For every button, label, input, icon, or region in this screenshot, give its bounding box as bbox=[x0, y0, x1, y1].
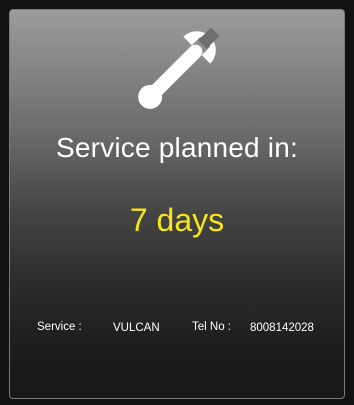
service-label: Service : bbox=[37, 321, 82, 333]
tel-value[interactable]: 8008142028 bbox=[250, 322, 314, 334]
service-info-row: Service : VULCAN Tel No : 8008142028 bbox=[10, 321, 344, 337]
service-headline: Service planned in: bbox=[56, 132, 298, 163]
widget-frame: Service planned in: 7 days Service : VUL… bbox=[0, 0, 354, 405]
service-value: VULCAN bbox=[113, 322, 160, 334]
service-countdown: 7 days bbox=[129, 202, 225, 238]
wrench-icon bbox=[10, 20, 344, 120]
tel-label: Tel No : bbox=[192, 321, 231, 333]
service-panel: Service planned in: 7 days Service : VUL… bbox=[9, 9, 345, 399]
